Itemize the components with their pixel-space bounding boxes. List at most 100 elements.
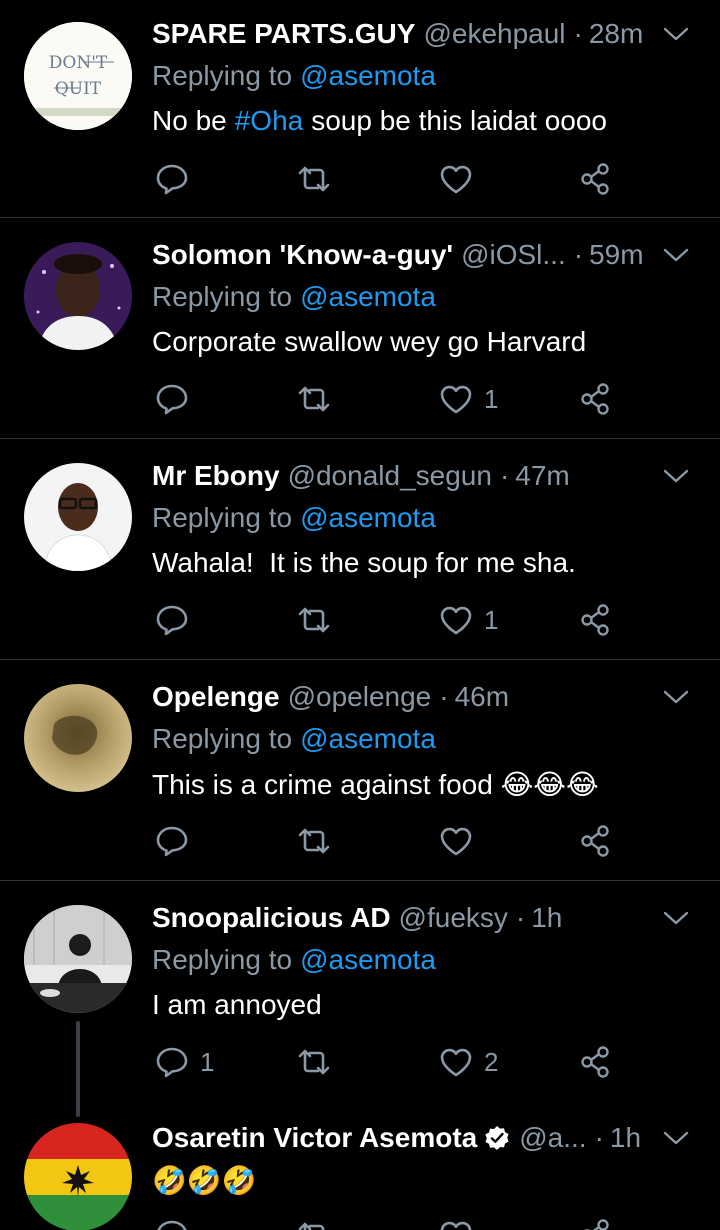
reply-icon — [156, 605, 188, 636]
share-button[interactable] — [578, 819, 614, 863]
avatar[interactable] — [24, 905, 132, 1013]
hashtag-link[interactable]: #Oha — [235, 105, 304, 137]
replying-to: Replying to @asemota — [152, 723, 436, 755]
tweet[interactable]: DON'T QUIT SPARE PARTS.GUY @ekehpaul · 2… — [0, 0, 720, 218]
tweet[interactable]: Snoopalicious AD @fueksy · 1h Replying t… — [0, 881, 720, 1117]
like-count: 1 — [484, 383, 499, 414]
share-icon — [581, 825, 609, 857]
tweet[interactable]: Mr Ebony @donald_segun · 47m Replying to… — [0, 439, 720, 660]
like-icon — [440, 827, 472, 856]
author-name[interactable]: Opelenge — [152, 681, 280, 713]
retweet-icon — [298, 166, 330, 192]
author-name[interactable]: Snoopalicious AD — [152, 902, 391, 934]
retweet-button[interactable] — [296, 157, 342, 201]
retweet-icon — [298, 1049, 330, 1075]
caret-down-icon[interactable] — [656, 898, 696, 938]
share-icon — [581, 383, 609, 415]
retweet-button[interactable] — [296, 598, 342, 642]
avatar[interactable] — [24, 463, 132, 571]
timestamp[interactable]: 59m — [589, 239, 643, 271]
avatar[interactable]: DON'T QUIT — [24, 22, 132, 130]
reply-icon — [156, 1047, 188, 1078]
tweet[interactable]: Opelenge @opelenge · 46m Replying to @as… — [0, 660, 720, 881]
caret-down-icon[interactable] — [656, 235, 696, 275]
mention-link[interactable]: @asemota — [300, 723, 436, 755]
share-button[interactable] — [578, 157, 614, 201]
reply-button[interactable] — [154, 1213, 190, 1230]
author-handle[interactable]: @a... — [519, 1122, 586, 1154]
author-handle[interactable]: @ekehpaul — [423, 18, 565, 50]
like-button[interactable] — [438, 157, 484, 201]
reply-button[interactable]: 1 — [154, 1040, 214, 1084]
author-handle[interactable]: @donald_segun — [288, 460, 492, 492]
caret-down-icon[interactable] — [656, 14, 696, 54]
author-name[interactable]: Osaretin Victor Asemota — [152, 1122, 477, 1154]
like-button[interactable] — [438, 819, 484, 863]
action-bar: 1 2 — [152, 1040, 622, 1084]
like-icon — [440, 606, 472, 635]
timestamp[interactable]: 1h — [610, 1122, 641, 1154]
like-count: 2 — [484, 1046, 499, 1077]
mention-link[interactable]: @asemota — [300, 944, 436, 976]
mention-link[interactable]: @asemota — [300, 60, 436, 92]
share-button[interactable] — [578, 598, 614, 642]
share-icon — [581, 604, 609, 636]
like-icon — [440, 165, 472, 194]
like-icon — [440, 385, 472, 414]
tweet-text: I am annoyed — [152, 989, 322, 1020]
timestamp[interactable]: 28m — [589, 18, 643, 50]
action-bar — [152, 157, 622, 201]
reply-button[interactable] — [154, 598, 200, 642]
tweet-text: Corporate swallow wey go Harvard — [152, 326, 587, 357]
retweet-button[interactable] — [296, 1040, 342, 1084]
avatar[interactable] — [24, 242, 132, 350]
retweet-icon — [298, 607, 330, 633]
action-bar — [152, 819, 622, 863]
author-name[interactable]: Mr Ebony — [152, 460, 280, 492]
mention-link[interactable]: @asemota — [300, 502, 436, 534]
retweet-button[interactable] — [296, 1213, 332, 1230]
timestamp[interactable]: 46m — [455, 681, 509, 713]
retweet-button[interactable] — [296, 377, 342, 421]
reply-button[interactable] — [154, 377, 200, 421]
timestamp[interactable]: 1h — [531, 902, 562, 934]
reply-icon — [156, 826, 188, 857]
like-button[interactable]: 1 — [438, 377, 498, 421]
replying-to: Replying to @asemota — [152, 281, 436, 313]
share-button[interactable] — [578, 1213, 614, 1230]
tweet-text: No be #Oha soup be this laidat oooo — [152, 105, 607, 137]
replying-to: Replying to @asemota — [152, 60, 436, 92]
like-button[interactable] — [438, 1213, 474, 1230]
separator-dot: · — [515, 902, 526, 933]
avatar[interactable] — [24, 1123, 132, 1230]
timestamp[interactable]: 47m — [515, 460, 569, 492]
mention-link[interactable]: @asemota — [300, 281, 436, 313]
avatar[interactable] — [24, 684, 132, 792]
caret-down-icon[interactable] — [656, 456, 696, 496]
reply-button[interactable] — [154, 157, 200, 201]
verified-icon — [483, 1124, 511, 1152]
caret-down-icon[interactable] — [656, 677, 696, 717]
share-icon — [584, 1219, 609, 1230]
retweet-button[interactable] — [296, 819, 342, 863]
reply-feed: DON'T QUIT SPARE PARTS.GUY @ekehpaul · 2… — [0, 0, 720, 1230]
like-button[interactable]: 2 — [438, 1040, 498, 1084]
separator-dot: · — [573, 239, 584, 270]
caret-down-icon[interactable] — [656, 1118, 696, 1158]
author-handle[interactable]: @fueksy — [399, 902, 508, 934]
tweet[interactable]: Osaretin Victor Asemota @a... · 1h 🤣🤣🤣 — [0, 1111, 720, 1230]
reply-button[interactable] — [154, 819, 200, 863]
reply-icon — [156, 384, 188, 415]
author-handle[interactable]: @iOSl... — [461, 239, 566, 271]
author-name[interactable]: SPARE PARTS.GUY — [152, 18, 415, 50]
like-button[interactable]: 1 — [438, 598, 498, 642]
share-button[interactable] — [578, 1040, 614, 1084]
author-handle[interactable]: @opelenge — [288, 681, 432, 713]
separator-dot: · — [439, 681, 449, 712]
separator-dot: · — [573, 18, 583, 49]
share-button[interactable] — [578, 377, 614, 421]
author-name[interactable]: Solomon 'Know-a-guy' — [152, 239, 453, 271]
replying-to: Replying to @asemota — [152, 944, 436, 976]
like-icon — [440, 1048, 472, 1077]
tweet[interactable]: Solomon 'Know-a-guy' @iOSl... · 59m Repl… — [0, 218, 720, 439]
